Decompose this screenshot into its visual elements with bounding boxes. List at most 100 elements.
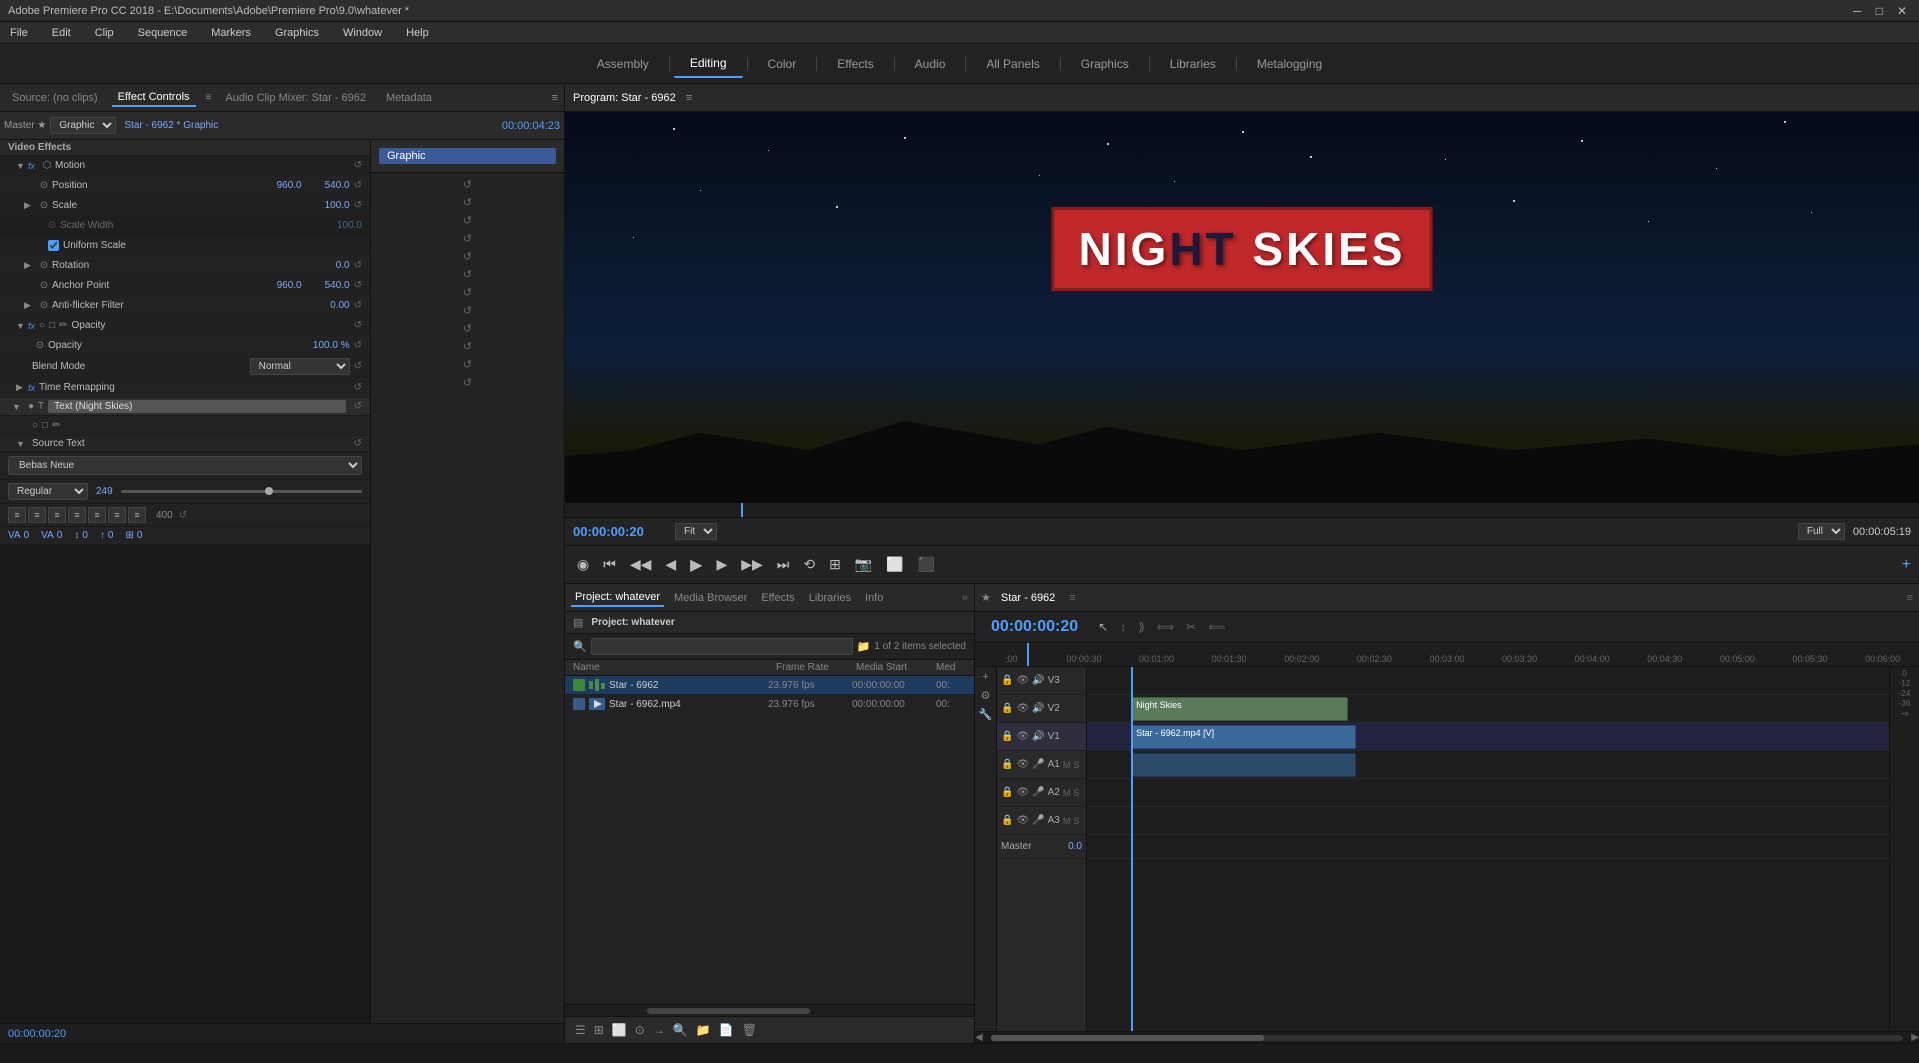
tab-audio[interactable]: Audio (899, 51, 962, 77)
position-x-value[interactable]: 960.0 (262, 180, 302, 191)
menu-clip[interactable]: Clip (91, 25, 118, 41)
proj-icon-view-btn[interactable]: ⊞ (592, 1021, 606, 1039)
tl-select-tool[interactable]: ↖ (1098, 620, 1108, 634)
text-layer-toggle[interactable]: ▼ (12, 402, 24, 412)
v3-audio-icon[interactable]: 🔊 (1032, 675, 1044, 686)
timeline-menu-icon[interactable]: ≡ (1907, 592, 1913, 604)
reset-icon-9[interactable]: ↺ (462, 321, 473, 336)
anchor-x-value[interactable]: 960.0 (262, 280, 302, 291)
a3-m-btn[interactable]: M (1063, 816, 1071, 826)
a2-m-btn[interactable]: M (1063, 788, 1071, 798)
v3-lock-icon[interactable]: 🔒 (1001, 675, 1013, 686)
v2-eye-icon[interactable]: 👁 (1016, 703, 1029, 714)
rewind-btn[interactable]: ◀◀ (626, 554, 656, 575)
audio-clip-mixer-tab[interactable]: Audio Clip Mixer: Star - 6962 (219, 90, 372, 106)
opacity-circle-icon[interactable]: ○ (39, 320, 45, 331)
proj-list-view-btn[interactable]: ☰ (573, 1021, 588, 1039)
a2-audio-icon[interactable]: 🎤 (1032, 787, 1044, 798)
tab-color[interactable]: Color (752, 51, 813, 77)
add-to-sequence-btn[interactable]: + (1902, 556, 1911, 574)
text-circle-icon[interactable]: ○ (32, 420, 38, 431)
leading-value[interactable]: 0 (82, 530, 88, 541)
project-scroll-thumb[interactable] (647, 1008, 811, 1014)
rotation-reset[interactable]: ↺ (354, 260, 362, 271)
v2-lock-icon[interactable]: 🔒 (1001, 703, 1013, 714)
step-back-btn[interactable]: ⏮ (599, 554, 620, 575)
baseline-value[interactable]: 0 (108, 530, 114, 541)
opacity-pen-icon[interactable]: ✏ (59, 320, 67, 331)
restore-button[interactable]: □ (1872, 4, 1887, 18)
tab-editing[interactable]: Editing (674, 50, 743, 78)
anti-flicker-reset[interactable]: ↺ (354, 300, 362, 311)
tsume-value[interactable]: 0 (137, 530, 143, 541)
timeline-tab[interactable]: Star - 6962 (997, 590, 1059, 606)
menu-window[interactable]: Window (339, 25, 386, 41)
text-rect-icon[interactable]: □ (42, 420, 48, 431)
tl-slip-tool[interactable]: ⟸ (1208, 620, 1225, 634)
clip-night-skies[interactable]: Night Skies (1131, 697, 1348, 721)
opacity-value[interactable]: 100.0 % (310, 340, 350, 351)
menu-markers[interactable]: Markers (207, 25, 255, 41)
project-tab[interactable]: Project: whatever (571, 589, 664, 607)
scroll-left-icon[interactable]: ◀ (975, 1032, 983, 1043)
reset-icon-5[interactable]: ↺ (462, 249, 473, 264)
reset-icon-2[interactable]: ↺ (462, 195, 473, 210)
monitor-timeline-strip[interactable] (565, 503, 1919, 517)
scale-reset[interactable]: ↺ (354, 200, 362, 211)
a1-eye-icon[interactable]: 👁 (1016, 759, 1029, 770)
project-item-star-mp4[interactable]: Star - 6962.mp4 23.976 fps 00:00:00:00 0… (565, 695, 974, 714)
time-remapping-reset[interactable]: ↺ (354, 382, 362, 393)
menu-sequence[interactable]: Sequence (134, 25, 192, 41)
tl-razor-tool[interactable]: ✂ (1186, 620, 1196, 634)
add-marker-btn[interactable]: ◉ (573, 554, 593, 575)
effect-controls-menu-icon[interactable]: ≡ (206, 92, 212, 103)
anchor-reset[interactable]: ↺ (354, 280, 362, 291)
tab-all-panels[interactable]: All Panels (970, 51, 1055, 77)
anti-flicker-value[interactable]: 0.00 (310, 300, 350, 311)
tab-effects[interactable]: Effects (821, 51, 889, 77)
v2-audio-icon[interactable]: 🔊 (1032, 703, 1044, 714)
full-select[interactable]: Full (1798, 523, 1845, 540)
tracking-reset[interactable]: ↺ (179, 510, 187, 521)
proj-new-bin-btn[interactable]: 📁 (694, 1021, 713, 1039)
uniform-scale-checkbox[interactable] (48, 240, 59, 251)
position-y-value[interactable]: 540.0 (310, 180, 350, 191)
a1-lock-icon[interactable]: 🔒 (1001, 759, 1013, 770)
reset-icon-12[interactable]: ↺ (462, 375, 473, 390)
blend-mode-select[interactable]: Normal (250, 358, 350, 375)
rotation-toggle[interactable]: ▶ (24, 260, 36, 271)
step-frame-back-btn[interactable]: ◀ (661, 554, 680, 575)
a2-s-btn[interactable]: S (1073, 788, 1079, 798)
tl-wrench-btn[interactable]: 🔧 (979, 708, 993, 721)
menu-file[interactable]: File (6, 25, 32, 41)
reset-icon-11[interactable]: ↺ (462, 357, 473, 372)
reset-icon-7[interactable]: ↺ (462, 285, 473, 300)
align-right-btn[interactable]: ≡ (48, 507, 66, 523)
project-scroll-bar[interactable] (565, 1004, 974, 1016)
time-remapping-toggle[interactable]: ▶ (16, 382, 28, 393)
anti-flicker-toggle[interactable]: ▶ (24, 300, 36, 311)
scale-width-value[interactable]: 100.0 (322, 220, 362, 231)
opacity-rect-icon[interactable]: □ (49, 320, 55, 331)
panel-menu-icon[interactable]: ≡ (552, 92, 558, 104)
motion-reset[interactable]: ↺ (354, 160, 362, 171)
play-btn[interactable]: ▶ (686, 553, 706, 577)
reset-icon-1[interactable]: ↺ (462, 177, 473, 192)
insert-btn[interactable]: ⬜ (882, 554, 907, 575)
a1-s-btn[interactable]: S (1073, 760, 1079, 770)
timeline-timecode[interactable]: 00:00:00:20 (983, 614, 1086, 640)
safe-margins-btn[interactable]: ⊞ (825, 554, 845, 575)
font-select[interactable]: Bebas Neue (8, 456, 362, 475)
tab-libraries[interactable]: Libraries (1154, 51, 1232, 77)
reset-icon-6[interactable]: ↺ (462, 267, 473, 282)
monitor-timecode[interactable]: 00:00:00:20 (573, 524, 663, 539)
align-justify-center-btn[interactable]: ≡ (88, 507, 106, 523)
tab-assembly[interactable]: Assembly (581, 51, 665, 77)
a1-audio-icon[interactable]: 🎤 (1032, 759, 1044, 770)
monitor-menu-icon[interactable]: ≡ (686, 92, 692, 104)
v1-eye-icon[interactable]: 👁 (1016, 731, 1029, 742)
timeline-scroll-bar[interactable]: ◀ ▶ (975, 1031, 1919, 1043)
project-panel-menu[interactable]: » (962, 592, 968, 604)
media-browser-tab[interactable]: Media Browser (670, 590, 751, 606)
source-no-clips-tab[interactable]: Source: (no clips) (6, 90, 104, 106)
